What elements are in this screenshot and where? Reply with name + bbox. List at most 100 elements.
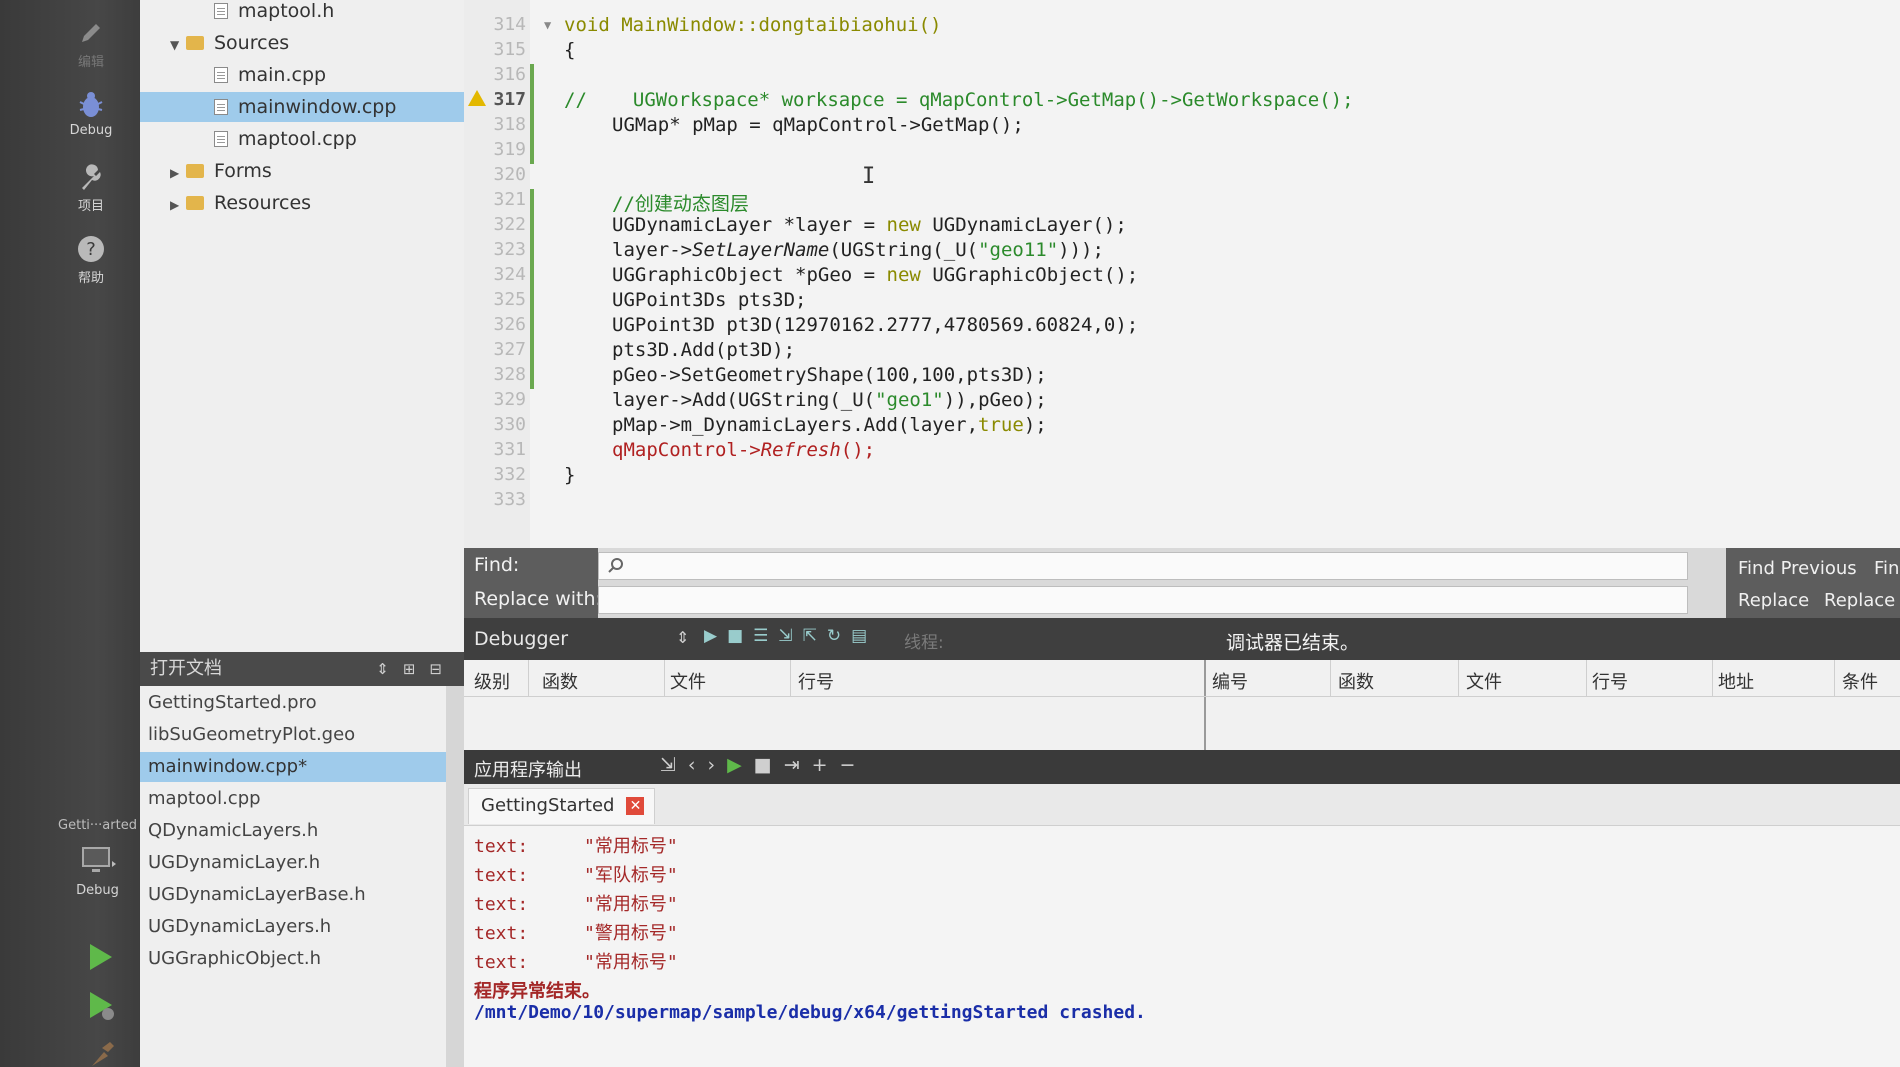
mode-help[interactable]: ? 帮助 <box>55 234 127 286</box>
wrench-icon <box>82 164 101 190</box>
current-line-number: 317 <box>493 89 526 110</box>
source-file-icon <box>214 131 228 147</box>
replace-button[interactable]: Replace <box>1738 590 1809 611</box>
open-documents-scrollbar[interactable] <box>446 686 464 1067</box>
application-output-title: 应用程序输出 <box>474 760 582 781</box>
line-number: 321 <box>493 189 526 210</box>
open-doc-item[interactable]: QDynamicLayers.h <box>140 816 450 846</box>
svg-text:?: ? <box>86 239 96 260</box>
mode-debug[interactable]: Debug <box>55 90 127 138</box>
code-token: UGGraphicObject *pGeo = <box>612 264 887 286</box>
code-token: ); <box>1023 414 1047 436</box>
breakpoint-col-function[interactable]: 函数 <box>1338 668 1374 694</box>
stack-col-line[interactable]: 行号 <box>798 668 834 694</box>
debugger-title[interactable]: Debugger <box>474 628 568 650</box>
code-token: UGDynamicLayer(); <box>920 214 1127 236</box>
mode-projects[interactable]: 项目 <box>55 162 127 214</box>
open-documents-title: 打开文档 <box>150 658 222 679</box>
line-number: 331 <box>493 439 526 460</box>
help-icon: ? <box>78 236 104 262</box>
open-documents-header: 打开文档 ⇕⊞⊟ <box>140 652 464 686</box>
debugger-step-tools[interactable]: ▶■☰⇲⇱↻▤ <box>704 626 877 646</box>
stack-col-level[interactable]: 级别 <box>474 668 510 694</box>
debugger-splitter[interactable] <box>1204 660 1206 750</box>
chevron-right-icon[interactable]: ▶ <box>170 158 186 188</box>
mode-edit[interactable]: 编辑 <box>55 18 127 70</box>
tree-item-maptool-h[interactable]: maptool.h <box>214 0 334 26</box>
debug-run-button[interactable] <box>86 990 116 1026</box>
open-doc-item[interactable]: UGDynamicLayerBase.h <box>140 880 450 910</box>
updown-arrows-icon[interactable]: ⇕ <box>676 628 689 647</box>
target-selector[interactable]: Debug <box>55 845 140 898</box>
chevron-right-icon[interactable]: ▶ <box>170 190 186 220</box>
output-value: "常用标号" <box>584 952 678 973</box>
open-documents-tools[interactable]: ⇕⊞⊟ <box>376 652 456 686</box>
code-line-331: qMapControl->Refresh(); <box>612 439 875 461</box>
open-doc-item[interactable]: GettingStarted.pro <box>140 688 450 718</box>
tree-item-main-cpp[interactable]: main.cpp <box>214 60 326 90</box>
tree-item-maptool-cpp[interactable]: maptool.cpp <box>214 124 357 154</box>
breakpoint-col-number[interactable]: 编号 <box>1212 668 1248 694</box>
application-output[interactable]: text: "常用标号" text: "军队标号" text: "常用标号" text… <box>464 826 1900 1067</box>
code-token: )),pGeo); <box>943 389 1047 411</box>
open-doc-item[interactable]: UGDynamicLayer.h <box>140 848 450 878</box>
line-number: 333 <box>493 489 526 510</box>
chevron-down-icon[interactable]: ▼ <box>170 30 186 60</box>
line-number: 314 <box>493 14 526 35</box>
code-editor[interactable]: 314 315 316 317 318 319 320 321 322 323 … <box>464 0 1900 548</box>
debug-run-icon <box>90 992 114 1020</box>
line-number: 320 <box>493 164 526 185</box>
breakpoint-col-address[interactable]: 地址 <box>1718 668 1754 694</box>
change-marker <box>530 189 534 389</box>
build-button[interactable] <box>88 1040 116 1067</box>
fold-arrow-icon[interactable]: ▼ <box>544 18 551 32</box>
tree-item-label: Forms <box>214 160 272 182</box>
column-divider <box>528 660 529 696</box>
debugger-toolbar: Debugger ⇕ ▶■☰⇲⇱↻▤ 线程: 调试器已结束。 <box>464 618 1900 660</box>
tree-item-sources[interactable]: ▼ Sources <box>170 28 289 58</box>
run-button[interactable] <box>86 942 114 976</box>
stack-col-function[interactable]: 函数 <box>542 668 578 694</box>
breakpoint-col-condition[interactable]: 条件 <box>1842 668 1878 694</box>
change-marker <box>530 64 534 164</box>
code-line-327: pts3D.Add(pt3D); <box>612 339 796 361</box>
tree-item-forms[interactable]: ▶ Forms <box>170 156 272 186</box>
breakpoint-col-line[interactable]: 行号 <box>1592 668 1628 694</box>
code-token: UGGraphicObject(); <box>920 264 1139 286</box>
line-number-gutter: 314 315 316 317 318 319 320 321 322 323 … <box>464 0 530 548</box>
tree-item-mainwindow-cpp[interactable]: mainwindow.cpp <box>140 92 464 122</box>
code-token: qMapControl-> <box>612 439 761 461</box>
stack-col-file[interactable]: 文件 <box>670 668 706 694</box>
close-icon[interactable]: ✕ <box>626 797 645 815</box>
find-label: Find: <box>474 554 520 576</box>
open-doc-item[interactable]: libSuGeometryPlot.geo <box>140 720 450 750</box>
header-divider <box>464 696 1900 697</box>
replace-input[interactable] <box>598 586 1688 614</box>
find-input[interactable] <box>598 552 1688 580</box>
target-mode-label: Debug <box>76 883 119 898</box>
source-file-icon <box>214 99 228 115</box>
tree-item-resources[interactable]: ▶ Resources <box>170 188 311 218</box>
debugger-status: 调试器已结束。 <box>1226 632 1360 654</box>
open-doc-item[interactable]: maptool.cpp <box>140 784 450 814</box>
output-controls[interactable]: ⇲‹›▶■⇥+− <box>660 754 867 776</box>
tree-item-label: main.cpp <box>238 64 327 86</box>
column-divider <box>1458 660 1459 696</box>
find-next-button[interactable]: Fin <box>1874 558 1899 579</box>
application-output-toolbar: 应用程序输出 ⇲‹›▶■⇥+− <box>464 750 1900 784</box>
debug-icon <box>79 92 103 117</box>
column-divider <box>1330 660 1331 696</box>
hammer-icon <box>92 1042 114 1066</box>
replace-all-button[interactable]: Replace <box>1824 590 1895 611</box>
open-doc-item[interactable]: UGDynamicLayers.h <box>140 912 450 942</box>
column-divider <box>664 660 665 696</box>
breakpoint-col-file[interactable]: 文件 <box>1466 668 1502 694</box>
thread-label[interactable]: 线程: <box>904 628 944 653</box>
line-number: 332 <box>493 464 526 485</box>
tree-item-label: Resources <box>214 192 312 214</box>
open-documents-list: GettingStarted.pro libSuGeometryPlot.geo… <box>140 686 464 1067</box>
open-doc-item[interactable]: UGGraphicObject.h <box>140 944 450 974</box>
open-doc-item-selected[interactable]: mainwindow.cpp* <box>140 752 450 782</box>
find-previous-button[interactable]: Find Previous <box>1738 558 1857 579</box>
output-tab-gettingstarted[interactable]: GettingStarted ✕ <box>468 788 656 824</box>
